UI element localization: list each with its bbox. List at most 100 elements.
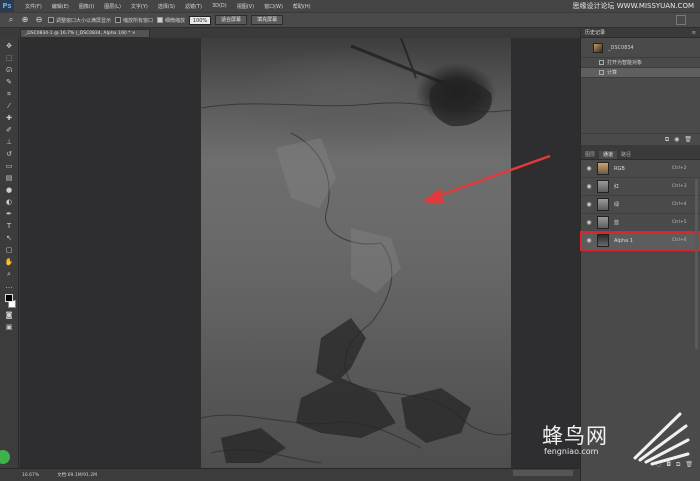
menu-window[interactable]: 窗口(W) (259, 3, 288, 10)
zoom-all-checkbox[interactable] (115, 17, 122, 23)
path-select-tool-icon[interactable]: ↖ (3, 234, 15, 243)
pen-tool-icon[interactable]: ✒ (3, 210, 15, 219)
status-bar: 16.67% 文档:69.1M/91.2M (0, 468, 580, 481)
history-snapshot[interactable]: _DSC0834 (581, 38, 700, 58)
zoom-in-icon[interactable]: ⊕ (20, 15, 30, 25)
photoshop-window: Ps 文件(F) 编辑(E) 图像(I) 图层(L) 文字(Y) 选择(S) 滤… (0, 0, 700, 481)
channel-name: 红 (614, 184, 620, 190)
stamp-tool-icon[interactable]: ⊥ (3, 138, 15, 147)
new-document-from-state-icon[interactable]: ⧉ (665, 136, 669, 144)
gradient-tool-icon[interactable]: ▤ (3, 174, 15, 183)
resize-windows-checkbox[interactable] (48, 17, 54, 23)
snapshot-name: _DSC0834 (608, 44, 634, 51)
eye-icon[interactable]: ◉ (585, 165, 593, 172)
history-state-icon (599, 60, 604, 65)
channel-name: Alpha 1 (614, 237, 633, 244)
shape-tool-icon[interactable]: ▢ (3, 246, 15, 255)
zoom-level-readout[interactable]: 16.67% (22, 473, 39, 478)
trash-icon[interactable]: 🗑 (684, 136, 692, 143)
screen-mode-icon[interactable]: ▣ (3, 323, 15, 332)
menu-image[interactable]: 图像(I) (74, 3, 99, 10)
channel-thumbnail (597, 234, 609, 247)
channel-thumbnail (597, 216, 609, 229)
dodge-tool-icon[interactable]: ◐ (3, 198, 15, 207)
eye-icon[interactable]: ◉ (585, 219, 593, 226)
eye-icon[interactable]: ◉ (585, 201, 593, 208)
canvas-area[interactable] (20, 38, 580, 468)
resize-windows-label: 调整窗口大小以满屏显示 (56, 17, 112, 24)
channel-name: RGB (614, 165, 625, 172)
channel-thumbnail (597, 198, 609, 211)
blur-tool-icon[interactable]: ● (3, 186, 15, 195)
channel-row-blue[interactable]: ◉ 蓝 Ctrl+5 (581, 214, 700, 232)
tab-paths[interactable]: 路径 (617, 151, 635, 159)
history-panel-header: 历史记录 ≡ (581, 29, 700, 38)
eye-icon[interactable]: ◉ (585, 183, 593, 190)
menu-bar: Ps 文件(F) 编辑(E) 图像(I) 图层(L) 文字(Y) 选择(S) 滤… (0, 0, 700, 12)
history-brush-tool-icon[interactable]: ↺ (3, 150, 15, 159)
workspace-switcher-icon[interactable] (676, 15, 686, 25)
new-snapshot-icon[interactable]: ◉ (674, 136, 679, 143)
hand-tool-icon[interactable]: ✋ (3, 258, 15, 267)
channel-thumbnail (597, 180, 609, 193)
red-annotation-arrow (422, 154, 551, 204)
history-empty-space (581, 78, 700, 133)
menu-3d[interactable]: 3D(D) (207, 3, 232, 9)
history-state-label: 打开为智能对象 (607, 60, 643, 66)
horizontal-scrollbar[interactable] (513, 470, 573, 476)
menu-type[interactable]: 文字(Y) (126, 3, 153, 10)
zoom-percent-field[interactable]: 100% (189, 15, 212, 25)
document-tab[interactable]: _DSC0834-1 @ 16.7% (_DSC0834, Alpha 1/8)… (20, 29, 150, 38)
scrubby-zoom-option[interactable]: 细微缩放 (157, 17, 185, 24)
history-footer: ⧉ ◉ 🗑 (581, 133, 700, 145)
channel-row-rgb[interactable]: ◉ RGB Ctrl+2 (581, 160, 700, 178)
scrubby-zoom-checkbox[interactable] (157, 17, 164, 23)
brand-name: 蜂鸟网 (542, 424, 608, 448)
fit-screen-button[interactable]: 适合屏幕 (215, 15, 248, 25)
channel-shortcut: Ctrl+2 (672, 166, 687, 171)
menu-view[interactable]: 视图(V) (232, 3, 259, 10)
menu-layer[interactable]: 图层(L) (99, 3, 126, 10)
zoom-all-option[interactable]: 缩放所有窗口 (115, 17, 153, 24)
menu-select[interactable]: 选择(S) (153, 3, 180, 10)
scrubby-zoom-label: 细微缩放 (165, 17, 186, 24)
menu-edit[interactable]: 编辑(E) (47, 3, 74, 10)
channel-row-green[interactable]: ◉ 绿 Ctrl+4 (581, 196, 700, 214)
panel-scrollbar[interactable] (695, 179, 698, 349)
crop-tool-icon[interactable]: ⌗ (3, 90, 15, 99)
menu-filter[interactable]: 滤镜(T) (180, 3, 207, 10)
menu-file[interactable]: 文件(F) (20, 3, 47, 10)
tab-channels[interactable]: 通道 (599, 151, 618, 159)
quick-select-tool-icon[interactable]: ✎ (3, 78, 15, 87)
menu-help[interactable]: 帮助(H) (288, 3, 316, 10)
zoom-tool-icon[interactable]: ⌕ (3, 270, 15, 279)
fill-screen-button[interactable]: 填充屏幕 (251, 15, 284, 25)
history-state-open-smart-object[interactable]: 打开为智能对象 (581, 58, 700, 68)
eraser-tool-icon[interactable]: ▭ (3, 162, 15, 171)
resize-windows-option[interactable]: 调整窗口大小以满屏显示 (48, 17, 111, 24)
type-tool-icon[interactable]: T (3, 222, 15, 231)
panel-menu-icon[interactable]: ≡ (692, 29, 696, 38)
foreground-color-swatch[interactable] (5, 294, 13, 302)
channel-row-alpha-1[interactable]: ◉ Alpha 1 Ctrl+6 (580, 231, 700, 251)
zoom-out-icon[interactable]: ⊖ (34, 15, 44, 25)
healing-tool-icon[interactable]: ✚ (3, 114, 15, 123)
channel-thumbnail (597, 162, 609, 175)
tab-layers[interactable]: 图层 (581, 151, 599, 159)
more-tools-icon[interactable]: … (3, 282, 15, 291)
history-state-calculations[interactable]: 计算 (581, 68, 700, 78)
channel-name: 蓝 (614, 220, 620, 226)
brand-url: fengniao.com (544, 447, 599, 456)
brush-tool-icon[interactable]: ✐ (3, 126, 15, 135)
quick-mask-icon[interactable]: ◙ (3, 311, 15, 320)
history-state-icon (599, 70, 604, 75)
move-tool-icon[interactable]: ✥ (3, 42, 15, 51)
toolbox: ✥ ⬚ ᘏ ✎ ⌗ ⁄ ✚ ✐ ⊥ ↺ ▭ ▤ ● ◐ ✒ T ↖ ▢ ✋ ⌕ … (0, 38, 19, 468)
eyedropper-tool-icon[interactable]: ⁄ (3, 102, 15, 111)
marquee-tool-icon[interactable]: ⬚ (3, 54, 15, 63)
history-state-label: 计算 (607, 70, 618, 76)
channel-row-red[interactable]: ◉ 红 Ctrl+3 (581, 178, 700, 196)
lasso-tool-icon[interactable]: ᘏ (3, 66, 15, 75)
site-watermark: 思缘设计论坛 WWW.MISSYUAN.COM (572, 2, 695, 10)
eye-icon[interactable]: ◉ (585, 237, 593, 244)
